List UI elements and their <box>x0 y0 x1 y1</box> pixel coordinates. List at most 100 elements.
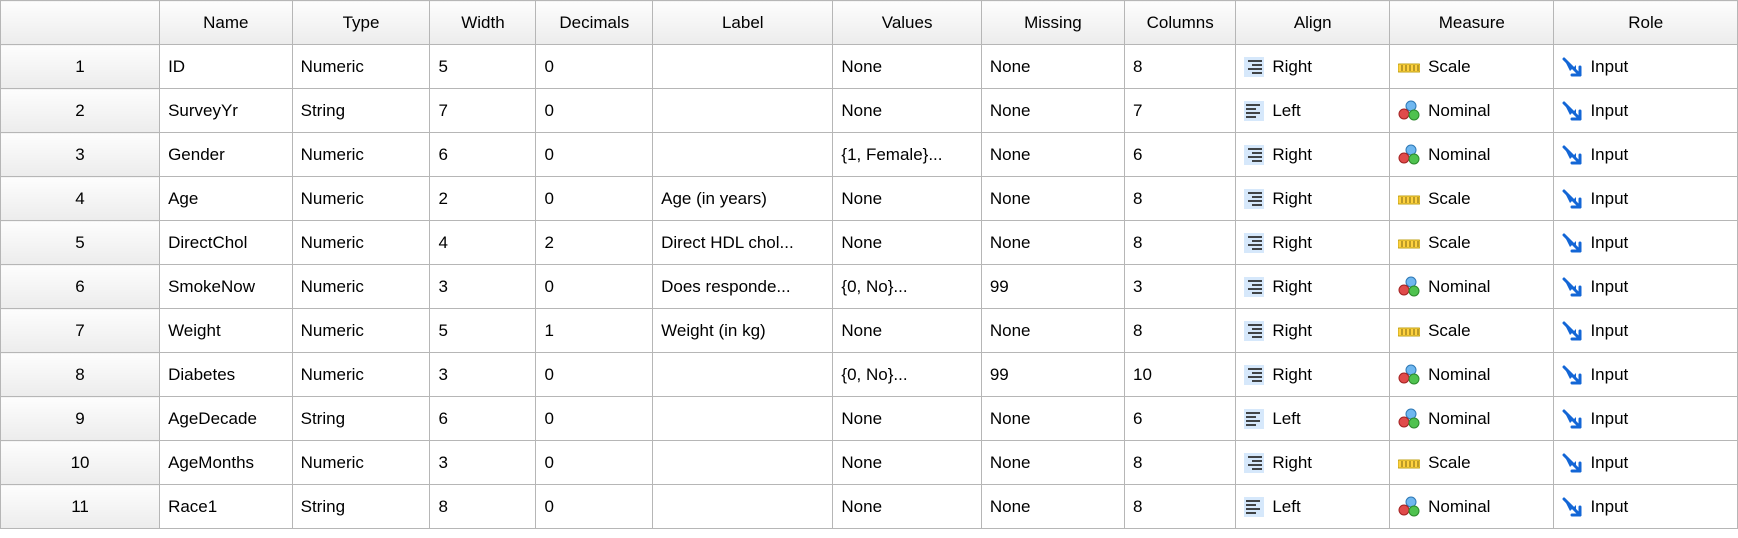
cell-type[interactable]: String <box>292 397 430 441</box>
cell-missing[interactable]: None <box>981 221 1124 265</box>
cell-missing[interactable]: None <box>981 45 1124 89</box>
cell-measure[interactable]: Nominal <box>1390 353 1554 397</box>
cell-role[interactable]: Input <box>1554 265 1738 309</box>
cell-values[interactable]: None <box>833 485 981 529</box>
cell-name[interactable]: Diabetes <box>160 353 293 397</box>
cell-values[interactable]: None <box>833 441 981 485</box>
cell-align[interactable]: Right <box>1236 45 1390 89</box>
cell-values[interactable]: None <box>833 309 981 353</box>
cell-role[interactable]: Input <box>1554 45 1738 89</box>
cell-columns[interactable]: 6 <box>1125 397 1236 441</box>
cell-name[interactable]: Age <box>160 177 293 221</box>
cell-name[interactable]: ID <box>160 45 293 89</box>
cell-align[interactable]: Right <box>1236 441 1390 485</box>
cell-columns[interactable]: 6 <box>1125 133 1236 177</box>
cell-type[interactable]: Numeric <box>292 353 430 397</box>
header-type[interactable]: Type <box>292 1 430 45</box>
cell-decimals[interactable]: 0 <box>536 397 653 441</box>
cell-decimals[interactable]: 0 <box>536 89 653 133</box>
cell-missing[interactable]: None <box>981 309 1124 353</box>
cell-width[interactable]: 6 <box>430 397 536 441</box>
cell-values[interactable]: None <box>833 221 981 265</box>
row-number[interactable]: 5 <box>1 221 160 265</box>
row-number[interactable]: 3 <box>1 133 160 177</box>
cell-missing[interactable]: None <box>981 441 1124 485</box>
cell-label[interactable]: Weight (in kg) <box>653 309 833 353</box>
cell-name[interactable]: DirectChol <box>160 221 293 265</box>
cell-type[interactable]: Numeric <box>292 133 430 177</box>
cell-width[interactable]: 3 <box>430 441 536 485</box>
cell-columns[interactable]: 8 <box>1125 441 1236 485</box>
cell-width[interactable]: 7 <box>430 89 536 133</box>
header-missing[interactable]: Missing <box>981 1 1124 45</box>
cell-missing[interactable]: None <box>981 485 1124 529</box>
cell-decimals[interactable]: 0 <box>536 177 653 221</box>
cell-values[interactable]: {0, No}... <box>833 353 981 397</box>
cell-missing[interactable]: None <box>981 177 1124 221</box>
cell-columns[interactable]: 8 <box>1125 485 1236 529</box>
row-number[interactable]: 2 <box>1 89 160 133</box>
cell-decimals[interactable]: 0 <box>536 485 653 529</box>
row-number[interactable]: 6 <box>1 265 160 309</box>
cell-name[interactable]: Gender <box>160 133 293 177</box>
cell-columns[interactable]: 8 <box>1125 45 1236 89</box>
cell-columns[interactable]: 8 <box>1125 177 1236 221</box>
header-measure[interactable]: Measure <box>1390 1 1554 45</box>
header-align[interactable]: Align <box>1236 1 1390 45</box>
cell-missing[interactable]: 99 <box>981 265 1124 309</box>
cell-label[interactable] <box>653 353 833 397</box>
cell-width[interactable]: 5 <box>430 45 536 89</box>
row-number[interactable]: 4 <box>1 177 160 221</box>
cell-type[interactable]: String <box>292 89 430 133</box>
cell-width[interactable]: 6 <box>430 133 536 177</box>
cell-measure[interactable]: Scale <box>1390 441 1554 485</box>
cell-label[interactable] <box>653 133 833 177</box>
cell-align[interactable]: Right <box>1236 309 1390 353</box>
cell-missing[interactable]: 99 <box>981 353 1124 397</box>
cell-role[interactable]: Input <box>1554 177 1738 221</box>
cell-measure[interactable]: Nominal <box>1390 265 1554 309</box>
cell-values[interactable]: {0, No}... <box>833 265 981 309</box>
cell-missing[interactable]: None <box>981 397 1124 441</box>
cell-role[interactable]: Input <box>1554 441 1738 485</box>
cell-align[interactable]: Left <box>1236 89 1390 133</box>
cell-label[interactable]: Direct HDL chol... <box>653 221 833 265</box>
cell-name[interactable]: SurveyYr <box>160 89 293 133</box>
cell-missing[interactable]: None <box>981 133 1124 177</box>
cell-decimals[interactable]: 0 <box>536 441 653 485</box>
cell-type[interactable]: Numeric <box>292 45 430 89</box>
cell-name[interactable]: AgeMonths <box>160 441 293 485</box>
header-values[interactable]: Values <box>833 1 981 45</box>
cell-role[interactable]: Input <box>1554 353 1738 397</box>
cell-values[interactable]: None <box>833 45 981 89</box>
row-number[interactable]: 7 <box>1 309 160 353</box>
cell-type[interactable]: Numeric <box>292 441 430 485</box>
cell-align[interactable]: Left <box>1236 397 1390 441</box>
cell-align[interactable]: Right <box>1236 265 1390 309</box>
cell-width[interactable]: 5 <box>430 309 536 353</box>
cell-measure[interactable]: Scale <box>1390 309 1554 353</box>
cell-role[interactable]: Input <box>1554 397 1738 441</box>
header-label[interactable]: Label <box>653 1 833 45</box>
header-width[interactable]: Width <box>430 1 536 45</box>
cell-label[interactable]: Does responde... <box>653 265 833 309</box>
cell-label[interactable] <box>653 397 833 441</box>
cell-width[interactable]: 8 <box>430 485 536 529</box>
cell-align[interactable]: Left <box>1236 485 1390 529</box>
cell-label[interactable] <box>653 441 833 485</box>
header-name[interactable]: Name <box>160 1 293 45</box>
cell-values[interactable]: None <box>833 89 981 133</box>
cell-align[interactable]: Right <box>1236 177 1390 221</box>
cell-type[interactable]: Numeric <box>292 309 430 353</box>
cell-columns[interactable]: 3 <box>1125 265 1236 309</box>
row-number[interactable]: 1 <box>1 45 160 89</box>
cell-missing[interactable]: None <box>981 89 1124 133</box>
cell-values[interactable]: {1, Female}... <box>833 133 981 177</box>
header-role[interactable]: Role <box>1554 1 1738 45</box>
cell-values[interactable]: None <box>833 177 981 221</box>
cell-width[interactable]: 3 <box>430 353 536 397</box>
header-decimals[interactable]: Decimals <box>536 1 653 45</box>
cell-columns[interactable]: 10 <box>1125 353 1236 397</box>
cell-name[interactable]: Weight <box>160 309 293 353</box>
cell-role[interactable]: Input <box>1554 309 1738 353</box>
